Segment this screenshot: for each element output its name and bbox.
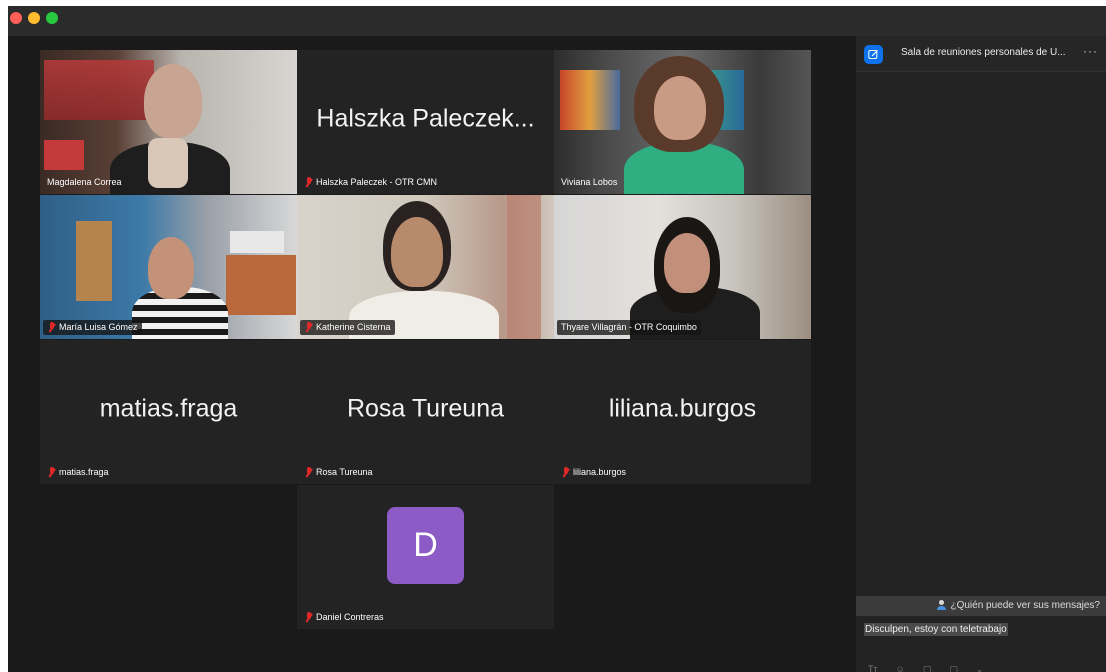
close-window-button[interactable] [10, 12, 22, 24]
muted-mic-icon [304, 612, 313, 623]
participant-tile-magdalena-correa[interactable]: Magdalena Correa [40, 50, 297, 194]
participant-tile-matias-fraga[interactable]: matias.fraga matias.fraga [40, 340, 297, 484]
gallery-view: Magdalena Correa Halszka Paleczek... Hal… [8, 36, 854, 672]
avatar: D [387, 507, 464, 584]
participant-tile-daniel-contreras[interactable]: D Daniel Contreras [297, 485, 554, 629]
participant-display-name: Rosa Tureuna [346, 394, 505, 423]
participant-name: María Luisa Gómez [59, 322, 138, 332]
emoji-icon[interactable]: ☺ [896, 664, 905, 672]
participant-tile-halszka-paleczek[interactable]: Halszka Paleczek... Halszka Paleczek - O… [297, 50, 554, 194]
participant-name: Daniel Contreras [316, 612, 384, 622]
edit-icon[interactable] [864, 45, 883, 64]
participant-tile-viviana-lobos[interactable]: Viviana Lobos [554, 50, 811, 194]
participant-display-name: liliana.burgos [608, 394, 757, 423]
muted-mic-icon [561, 467, 570, 478]
muted-mic-icon [47, 467, 56, 478]
participant-tile-katherine-cisterna[interactable]: Katherine Cisterna [297, 195, 554, 339]
participant-name-tag: matias.fraga [43, 465, 113, 480]
draft-message-text: Disculpen, estoy con teletrabajo [864, 623, 1008, 636]
chat-title: Sala de reuniones personales de U... [901, 47, 1066, 58]
zoom-window: Magdalena Correa Halszka Paleczek... Hal… [8, 6, 1106, 672]
participant-name: Katherine Cisterna [316, 322, 391, 332]
participant-name-tag: Katherine Cisterna [300, 320, 395, 335]
format-text-icon[interactable]: Tт [868, 664, 878, 672]
participant-name: Rosa Tureuna [316, 467, 373, 477]
participant-tile-liliana-burgos[interactable]: liliana.burgos liliana.burgos [554, 340, 811, 484]
who-can-see-label: ¿Quién puede ver sus mensajes? [950, 600, 1100, 611]
participant-tile-thyare-villagran[interactable]: Thyare Villagrán - OTR Coquimbo [554, 195, 811, 339]
participant-name-tag: Viviana Lobos [557, 175, 621, 190]
chat-panel: Sala de reuniones personales de U... ···… [856, 36, 1106, 672]
more-options-button[interactable]: ··· [1083, 44, 1098, 58]
participant-video [297, 195, 554, 339]
muted-mic-icon [47, 322, 56, 333]
participant-name-tag: Rosa Tureuna [300, 465, 377, 480]
participant-video [554, 50, 811, 194]
who-can-see-link[interactable]: ¿Quién puede ver sus mensajes? [937, 600, 1100, 611]
participant-name-tag: Daniel Contreras [300, 610, 388, 625]
minimize-window-button[interactable] [28, 12, 40, 24]
muted-mic-icon [304, 322, 313, 333]
chat-toolbar: Tт ☺ ▢ ▢ ⌄ [868, 664, 983, 672]
who-can-see-bar[interactable]: ¿Quién puede ver sus mensajes? [856, 596, 1106, 616]
title-bar [8, 6, 1106, 36]
participant-name: Halszka Paleczek - OTR CMN [316, 177, 438, 187]
people-icon [937, 600, 948, 611]
participant-display-name: matias.fraga [99, 394, 238, 423]
participant-name-tag: Halszka Paleczek - OTR CMN [300, 175, 441, 190]
participant-name: Magdalena Correa [47, 177, 122, 187]
participant-name-tag: Thyare Villagrán - OTR Coquimbo [557, 320, 701, 335]
participant-video [554, 195, 811, 339]
participant-name: liliana.burgos [573, 467, 627, 477]
participant-display-name: Halszka Paleczek... [316, 104, 535, 133]
participant-name: matias.fraga [59, 467, 109, 477]
chat-message-input[interactable]: Disculpen, estoy con teletrabajo [864, 623, 1008, 636]
muted-mic-icon [304, 177, 313, 188]
screenshot-icon[interactable]: ▢ [949, 664, 958, 672]
participant-video [40, 195, 297, 339]
file-icon[interactable]: ▢ [923, 664, 932, 672]
participant-tile-maria-luisa-gomez[interactable]: María Luisa Gómez [40, 195, 297, 339]
participant-name-tag: María Luisa Gómez [43, 320, 142, 335]
chat-header: Sala de reuniones personales de U... ··· [856, 36, 1106, 72]
participant-name-tag: liliana.burgos [557, 465, 630, 480]
zoom-window-button[interactable] [46, 12, 58, 24]
participant-name-tag: Magdalena Correa [43, 175, 126, 190]
participant-video [40, 50, 297, 194]
muted-mic-icon [304, 467, 313, 478]
participant-name: Thyare Villagrán - OTR Coquimbo [561, 322, 697, 332]
participant-name: Viviana Lobos [561, 177, 618, 187]
participant-tile-rosa-tureuna[interactable]: Rosa Tureuna Rosa Tureuna [297, 340, 554, 484]
chevron-down-icon[interactable]: ⌄ [976, 664, 984, 672]
